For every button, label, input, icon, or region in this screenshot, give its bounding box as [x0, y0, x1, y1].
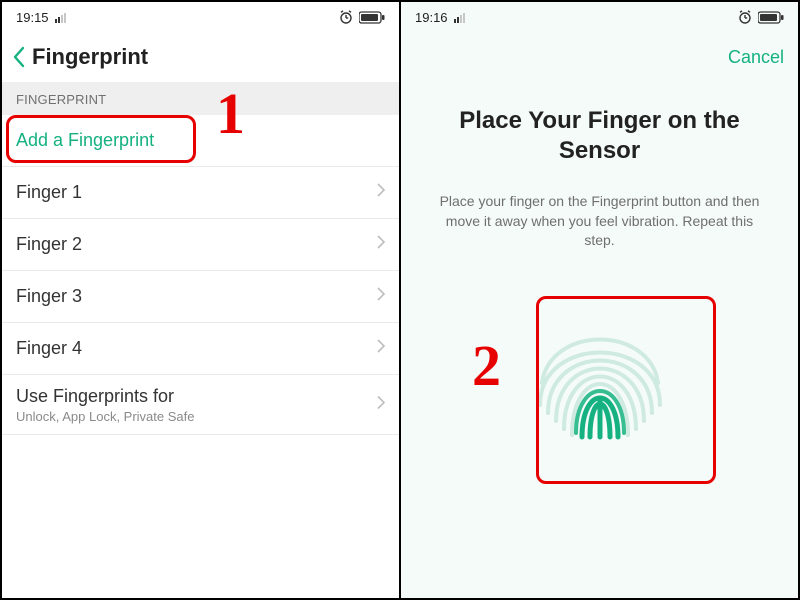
status-time: 19:15 — [16, 10, 49, 25]
page-header: Fingerprint — [2, 32, 399, 82]
enroll-description: Place your finger on the Fingerprint but… — [429, 192, 770, 251]
chevron-right-icon — [377, 395, 385, 414]
finger-row-2[interactable]: Finger 2 — [2, 219, 399, 271]
list-item-sub: Unlock, App Lock, Private Safe — [16, 409, 194, 424]
chevron-right-icon — [377, 183, 385, 202]
chevron-right-icon — [377, 339, 385, 358]
page-title: Fingerprint — [32, 44, 148, 70]
chevron-right-icon — [377, 287, 385, 306]
alarm-icon — [738, 10, 752, 24]
finger-row-4[interactable]: Finger 4 — [2, 323, 399, 375]
status-bar: 19:15 — [2, 2, 399, 32]
finger-row-3[interactable]: Finger 3 — [2, 271, 399, 323]
list-item-label: Use Fingerprints for — [16, 386, 174, 407]
list-item-label: Finger 3 — [16, 286, 82, 307]
alarm-icon — [339, 10, 353, 24]
status-time: 19:16 — [415, 10, 448, 25]
fingerprint-icon — [520, 285, 680, 455]
enroll-header: Cancel — [401, 32, 798, 82]
back-icon[interactable] — [12, 46, 26, 68]
finger-row-1[interactable]: Finger 1 — [2, 167, 399, 219]
enroll-content: Place Your Finger on the Sensor Place yo… — [401, 82, 798, 598]
section-label-fingerprint: FINGERPRINT — [2, 82, 399, 115]
status-bar: 19:16 — [401, 2, 798, 32]
screen-enroll-fingerprint: 19:16 Cancel Place Your Finger on the Se… — [401, 2, 798, 598]
list-item-label: Finger 4 — [16, 338, 82, 359]
enroll-title: Place Your Finger on the Sensor — [429, 106, 770, 166]
signal-icon — [454, 12, 470, 23]
signal-icon — [55, 12, 71, 23]
add-fingerprint-row[interactable]: Add a Fingerprint — [2, 115, 399, 167]
chevron-right-icon — [377, 235, 385, 254]
list-item-label: Finger 1 — [16, 182, 82, 203]
screen-fingerprint-settings: 19:15 Fingerprint FINGERPRINT — [2, 2, 399, 598]
add-fingerprint-label: Add a Fingerprint — [16, 130, 154, 151]
use-fingerprints-for-row[interactable]: Use Fingerprints for Unlock, App Lock, P… — [2, 375, 399, 435]
cancel-button[interactable]: Cancel — [728, 47, 784, 68]
battery-icon — [758, 11, 784, 24]
list-item-label: Finger 2 — [16, 234, 82, 255]
battery-icon — [359, 11, 385, 24]
